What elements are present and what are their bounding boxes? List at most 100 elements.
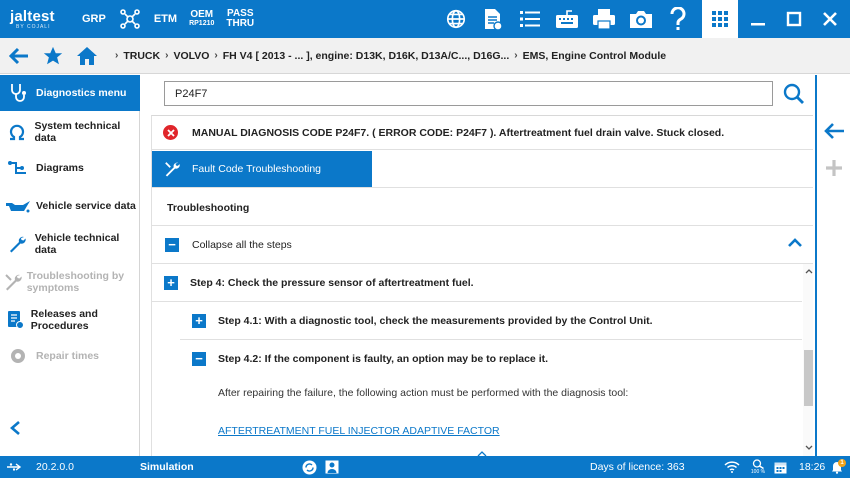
logo-text: jaltest xyxy=(10,7,55,25)
camera-icon[interactable] xyxy=(627,5,655,33)
notifications-indicator[interactable]: 1 xyxy=(830,456,846,478)
rp1210-label: RP1210 xyxy=(189,20,215,27)
sidebar-item-diagnostics-menu[interactable]: Diagnostics menu xyxy=(0,75,140,111)
search-input[interactable] xyxy=(164,81,773,106)
breadcrumb-item-truck[interactable]: TRUCK xyxy=(123,50,160,62)
scrollbar-thumb[interactable] xyxy=(804,350,813,406)
minimize-icon xyxy=(751,23,765,26)
sidebar-item-vehicle-service-data[interactable]: Vehicle service data xyxy=(0,191,140,221)
mode-text: Simulation xyxy=(140,461,194,473)
step-row[interactable]: + Step 4: Check the pressure sensor of a… xyxy=(164,264,813,301)
jaltest-logo: jaltest BY COJALI xyxy=(10,9,72,30)
repair-times-icon xyxy=(0,347,36,365)
stethoscope-icon xyxy=(0,83,36,103)
top-bar: jaltest BY COJALI GRP ETM OEM RP1210 PAS… xyxy=(0,0,850,38)
sidebar-item-label: Vehicle technical data xyxy=(34,232,120,256)
wifi-icon xyxy=(724,456,740,478)
breadcrumb-item-volvo[interactable]: VOLVO xyxy=(173,50,209,62)
close-button[interactable] xyxy=(812,0,848,38)
sidebar-item-label: System technical data xyxy=(34,120,121,144)
maximize-button[interactable] xyxy=(776,0,812,38)
breadcrumb: › TRUCK › VOLVO › FH V4 [ 2013 - ... ], … xyxy=(110,50,666,62)
clock-text: 18:26 xyxy=(799,461,826,473)
breadcrumb-item-model[interactable]: FH V4 [ 2013 - ... ], engine: D13K, D16K… xyxy=(223,50,510,62)
back-arrow-icon[interactable] xyxy=(821,118,847,144)
step-row[interactable]: + Step 4.1: With a diagnostic tool, chec… xyxy=(192,302,802,339)
search-icon[interactable] xyxy=(781,81,807,107)
breadcrumb-bar: › TRUCK › VOLVO › FH V4 [ 2013 - ... ], … xyxy=(0,38,850,74)
network-icon[interactable] xyxy=(116,5,144,33)
oem-label: OEM xyxy=(190,9,214,20)
close-icon xyxy=(823,12,837,26)
back-arrow-icon[interactable] xyxy=(4,41,34,71)
licence-text: Days of licence: 363 xyxy=(590,461,685,473)
expand-step-button[interactable]: + xyxy=(192,313,206,328)
error-code-text: MANUAL DIAGNOSIS CODE P24F7. ( ERROR COD… xyxy=(192,126,725,139)
sidebar-item-repair-times: Repair times xyxy=(0,343,140,369)
sidebar-item-vehicle-technical-data[interactable]: Vehicle technical data xyxy=(0,227,140,261)
error-code-row: MANUAL DIAGNOSIS CODE P24F7. ( ERROR COD… xyxy=(152,116,813,150)
wrench-icon xyxy=(0,235,35,253)
collapse-all-row[interactable]: − Collapse all the steps xyxy=(152,226,813,263)
apps-grid-button[interactable] xyxy=(702,0,738,38)
sidebar-item-system-technical-data[interactable]: System technical data xyxy=(0,115,140,149)
step-title: Step 4.2: If the component is faulty, an… xyxy=(218,352,549,365)
scrollbar[interactable] xyxy=(803,264,813,456)
battery-indicator: 100 % xyxy=(750,456,766,478)
minimize-button[interactable] xyxy=(740,0,776,38)
thru-label: THRU xyxy=(226,18,255,29)
right-rail xyxy=(815,75,850,456)
tab-fault-code-troubleshooting[interactable]: Fault Code Troubleshooting xyxy=(152,151,372,187)
maximize-icon xyxy=(786,11,802,27)
grp-button[interactable]: GRP xyxy=(82,13,106,25)
etm-button[interactable]: ETM xyxy=(154,13,177,25)
sidebar-item-label: Vehicle service data xyxy=(36,200,136,212)
sidebar-item-label: Diagnostics menu xyxy=(36,87,127,99)
chevron-up-icon[interactable] xyxy=(788,238,802,251)
breadcrumb-item-system[interactable]: EMS, Engine Control Module xyxy=(523,50,667,62)
sidebar-item-diagrams[interactable]: Diagrams xyxy=(0,153,140,183)
version-text: 20.2.0.0 xyxy=(36,461,74,473)
main-panel: ? MANUAL DIAGNOSIS CODE P24F7. ( ERROR C… xyxy=(141,75,840,456)
list-icon[interactable] xyxy=(516,5,544,33)
calendar-icon xyxy=(774,456,787,478)
document-settings-icon[interactable] xyxy=(479,5,507,33)
sidebar-item-troubleshooting-by-symptoms: Troubleshooting by symptoms xyxy=(0,265,140,299)
help-icon[interactable] xyxy=(664,5,692,33)
oem-rp1210-button[interactable]: OEM RP1210 xyxy=(189,10,214,28)
adaptive-factor-link[interactable]: AFTERTREATMENT FUEL INJECTOR ADAPTIVE FA… xyxy=(218,425,500,437)
collapse-sidebar-icon[interactable] xyxy=(8,420,22,439)
breadcrumb-separator: › xyxy=(214,50,218,61)
home-icon[interactable] xyxy=(72,41,102,71)
grid-icon xyxy=(712,11,728,27)
chevron-up-small-icon[interactable] xyxy=(477,448,487,456)
battery-text: 100 % xyxy=(750,469,766,475)
printer-icon[interactable] xyxy=(590,5,618,33)
collapse-all-button[interactable]: − xyxy=(165,237,179,252)
collapse-step-button[interactable]: − xyxy=(192,351,206,366)
step-title: Step 4.1: With a diagnostic tool, check … xyxy=(218,314,653,327)
globe-icon[interactable] xyxy=(442,5,470,33)
top-toolbar xyxy=(442,0,692,38)
tools-icon xyxy=(0,273,27,291)
procedures-icon xyxy=(0,310,31,330)
diagnosis-content: MANUAL DIAGNOSIS CODE P24F7. ( ERROR COD… xyxy=(151,115,813,456)
expand-step-button[interactable]: + xyxy=(164,275,178,290)
collapse-all-label: Collapse all the steps xyxy=(192,238,292,251)
keyboard-icon[interactable] xyxy=(553,5,581,33)
step-row[interactable]: − Step 4.2: If the component is faulty, … xyxy=(192,340,802,377)
sidebar-item-label: Diagrams xyxy=(36,162,84,174)
scroll-down-icon[interactable] xyxy=(804,443,813,452)
divider xyxy=(152,187,813,188)
pass-thru-button[interactable]: PASS THRU xyxy=(226,9,254,29)
add-icon xyxy=(821,155,847,181)
user-icon[interactable] xyxy=(325,456,339,478)
sync-icon[interactable] xyxy=(302,456,317,478)
favorite-star-icon[interactable] xyxy=(38,41,68,71)
logo-subtext: BY COJALI xyxy=(16,23,51,30)
scroll-up-icon[interactable] xyxy=(804,266,813,275)
sidebar-item-releases-and-procedures[interactable]: Releases and Procedures xyxy=(0,303,140,337)
sidebar: Diagnostics menu System technical data D… xyxy=(0,75,140,456)
tab-label: Fault Code Troubleshooting xyxy=(192,163,321,175)
usb-icon xyxy=(6,456,22,478)
